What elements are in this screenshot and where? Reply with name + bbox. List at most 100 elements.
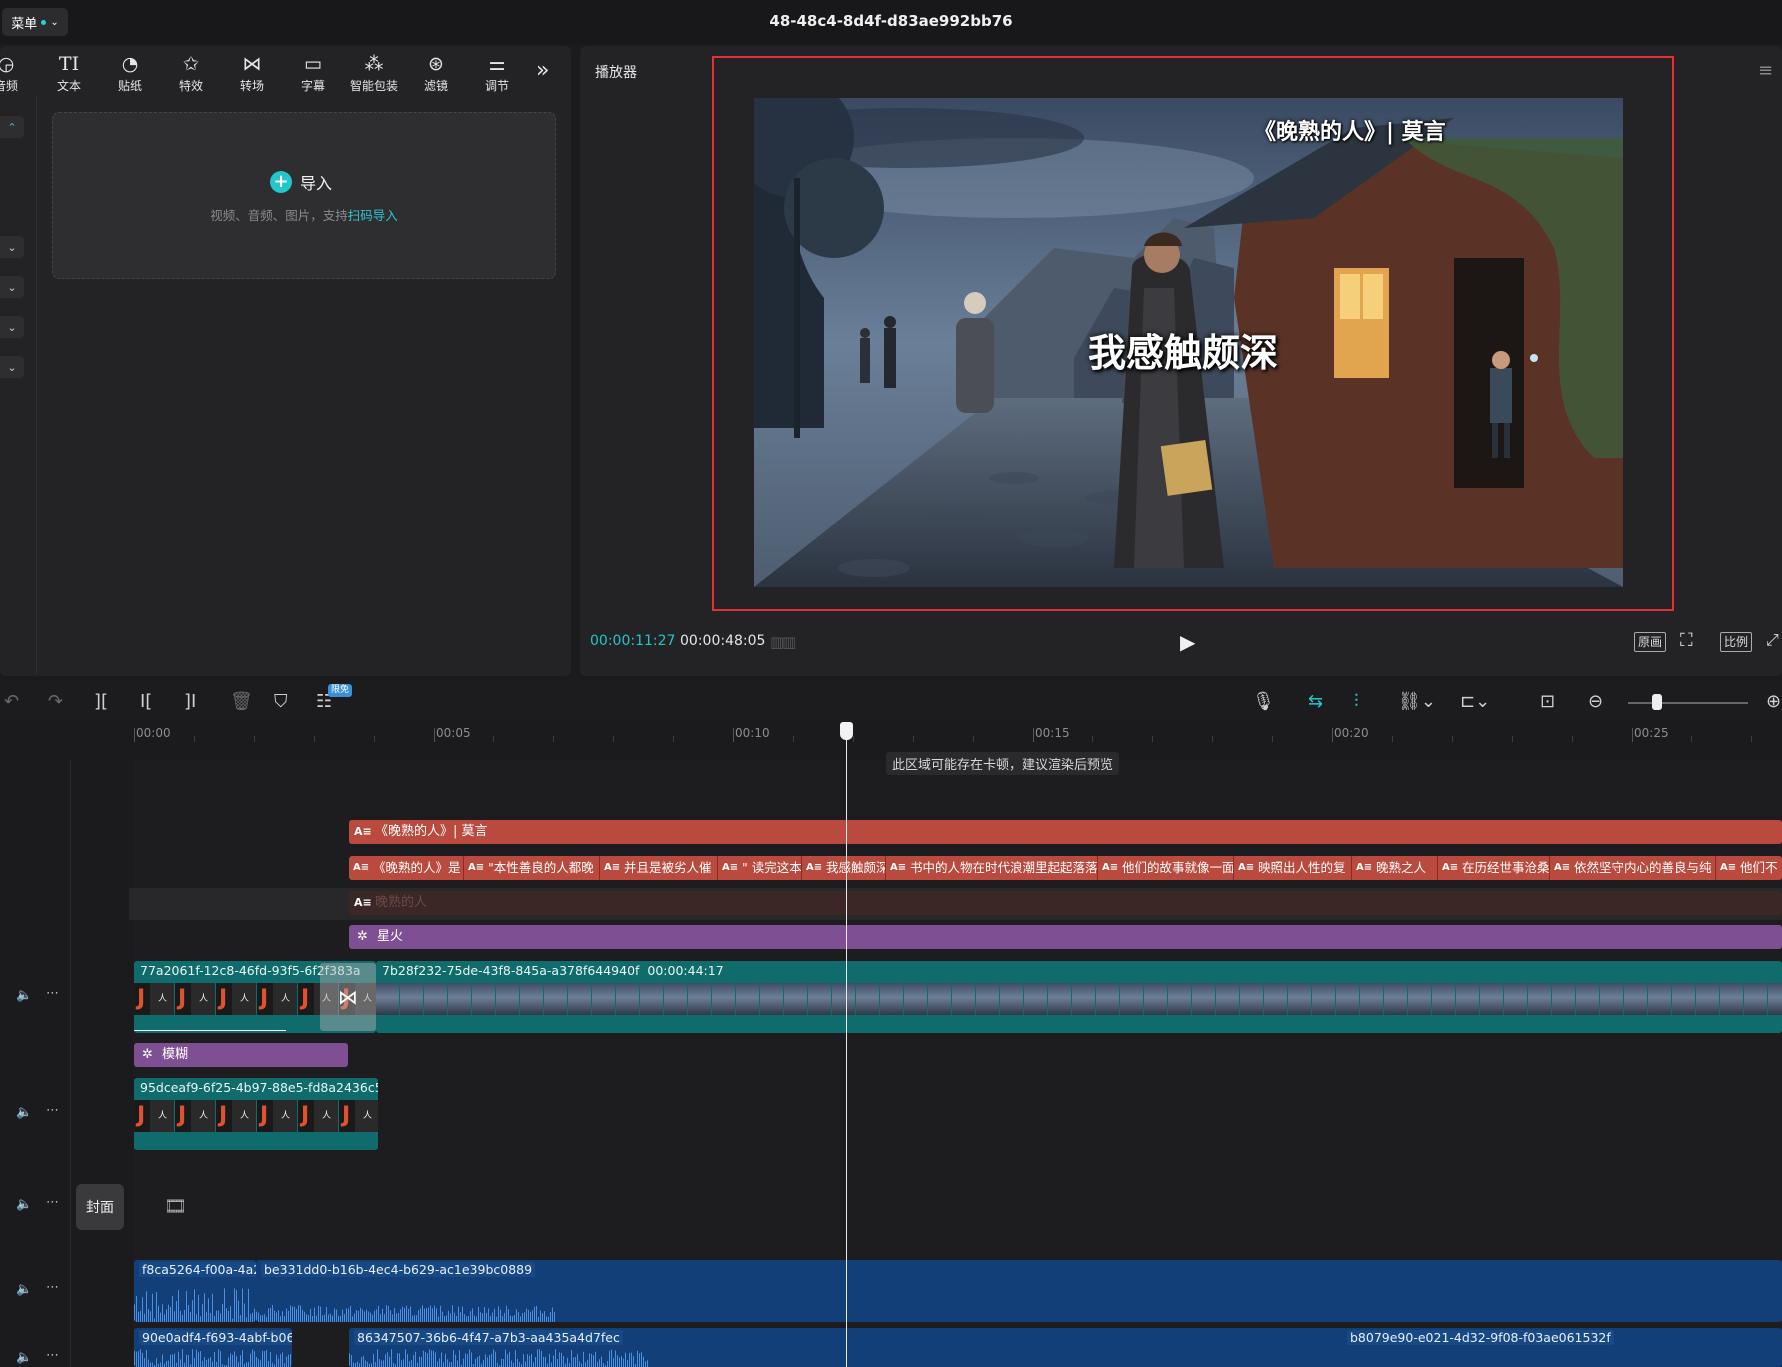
audio-clip[interactable]: f8ca5264-f00a-4a2 bbox=[134, 1260, 256, 1322]
playhead-handle[interactable] bbox=[840, 722, 853, 740]
video-thumbnail bbox=[1144, 983, 1167, 1015]
toolbar-captions[interactable]: ▭ 字幕 bbox=[285, 50, 341, 96]
import-button[interactable]: + 导入 bbox=[270, 170, 332, 194]
timecode-grid-icon[interactable]: ▥▥ bbox=[770, 633, 796, 651]
title-text-clip[interactable]: 《晚熟的人》| 莫言 bbox=[349, 820, 1782, 844]
cover-button[interactable]: 封面 bbox=[76, 1184, 124, 1230]
audio-clip[interactable]: 90e0adf4-f693-4abf-b06 bbox=[134, 1328, 292, 1367]
video-thumbnail bbox=[1288, 983, 1311, 1015]
audio-waveform bbox=[349, 1349, 648, 1367]
subtitle-segment[interactable]: 《晚熟的人》是 bbox=[349, 856, 463, 880]
speaker-icon[interactable]: 🔈 bbox=[16, 1197, 32, 1212]
project-title: 48-48c4-8d4f-d83ae992bb76 bbox=[769, 12, 1013, 30]
toolbar-transition[interactable]: ⋈ 转场 bbox=[224, 50, 280, 96]
main-track-magnet-icon[interactable]: ⇆ bbox=[1308, 690, 1323, 714]
toolbar-audio[interactable]: ◶ 音频 bbox=[0, 50, 34, 96]
subtitle-segment[interactable]: " 读完这本 bbox=[717, 856, 801, 880]
video-clip-main[interactable]: 7b28f232-75de-43f8-845a-a378f644940f 00:… bbox=[376, 961, 1782, 1033]
video-thumbnail bbox=[568, 983, 591, 1015]
waveform-bar bbox=[336, 1309, 337, 1322]
more-icon[interactable]: ⋯ bbox=[46, 1348, 59, 1363]
waveform-bar bbox=[204, 1357, 205, 1367]
toolbar-text[interactable]: TI 文本 bbox=[41, 50, 97, 96]
waveform-bar bbox=[516, 1309, 517, 1322]
aspect-ratio-button[interactable]: 比例 bbox=[1720, 632, 1753, 652]
auto-snap-icon[interactable]: ⫶ bbox=[1354, 690, 1359, 714]
zoom-slider[interactable] bbox=[1628, 702, 1748, 704]
time-ruler[interactable] bbox=[134, 722, 1782, 748]
waveform-bar bbox=[158, 1305, 159, 1322]
toolbar-filter[interactable]: ⊛ 滤镜 bbox=[408, 50, 464, 96]
screenshot-frame-icon[interactable]: ⛶ bbox=[1680, 630, 1693, 651]
trim-left-icon[interactable]: I[ bbox=[140, 690, 152, 714]
video-thumbnail bbox=[1744, 983, 1767, 1015]
dim-text-clip[interactable]: 晚熟的人 bbox=[349, 891, 1782, 915]
toolbar-sticker[interactable]: ◔ 贴纸 bbox=[102, 50, 158, 96]
double-chevron-right-icon[interactable]: » bbox=[536, 58, 549, 83]
subtitle-segment[interactable]: 他们不 bbox=[1715, 856, 1782, 880]
fit-timeline-icon[interactable]: ⊡ bbox=[1540, 690, 1555, 714]
more-icon[interactable]: ⋯ bbox=[46, 1103, 59, 1118]
waveform-bar bbox=[443, 1362, 444, 1367]
waveform-bar bbox=[156, 1292, 157, 1322]
more-icon[interactable]: ⋯ bbox=[46, 1195, 59, 1210]
fullscreen-icon[interactable]: ⤢ bbox=[1766, 630, 1779, 650]
transition-icon[interactable]: ⋈ bbox=[320, 963, 376, 1031]
speaker-icon[interactable]: 🔈 bbox=[16, 1105, 32, 1120]
subtitle-segment[interactable]: 他们的故事就像一面 bbox=[1097, 856, 1233, 880]
import-dropzone[interactable] bbox=[52, 112, 556, 279]
preview-axis-icon[interactable]: ⊏⌄ bbox=[1460, 690, 1490, 714]
audio-clip[interactable]: 86347507-36b6-4f47-a7b3-aa435a4d7fec b80… bbox=[349, 1328, 1782, 1367]
speaker-icon[interactable]: 🔈 bbox=[16, 1282, 32, 1297]
microphone-icon[interactable]: 🎙 bbox=[1252, 690, 1275, 714]
subtitle-segment[interactable]: 我感触颇深 bbox=[801, 856, 885, 880]
subtitle-track-clip[interactable]: 《晚熟的人》是 "本性善良的人都晚 并且是被劣人催 " 读完这本 我感触颇深 书… bbox=[349, 856, 1782, 880]
audio-clip[interactable]: be331dd0-b16b-4ec4-b629-ac1e39bc0889 bbox=[256, 1260, 1782, 1322]
original-quality-button[interactable]: 原画 bbox=[1634, 632, 1667, 652]
zoom-in-icon[interactable]: ⊕ bbox=[1766, 690, 1781, 714]
waveform-bar bbox=[530, 1311, 531, 1322]
scan-import-link[interactable]: 扫码导入 bbox=[348, 208, 398, 223]
split-icon[interactable]: ][ bbox=[94, 690, 108, 714]
zoom-out-icon[interactable]: ⊖ bbox=[1588, 690, 1603, 714]
hamburger-menu-icon[interactable]: ≡ bbox=[1758, 60, 1773, 81]
waveform-bar bbox=[457, 1360, 458, 1367]
audio-waveform bbox=[134, 1288, 255, 1322]
more-icon[interactable]: ⋯ bbox=[46, 1280, 59, 1295]
overlay-video-clip[interactable]: 95dceaf9-6f25-4b97-88e5-fd8a2436c54 J人J人… bbox=[134, 1078, 378, 1150]
trim-right-icon[interactable]: ]I bbox=[184, 690, 196, 714]
redo-icon[interactable]: ↷ bbox=[48, 690, 63, 714]
subtitle-segment[interactable]: "本性善良的人都晚 bbox=[463, 856, 599, 880]
toolbar-adjust[interactable]: ⚌ 调节 bbox=[469, 50, 525, 96]
play-icon[interactable]: ▶ bbox=[1180, 630, 1195, 654]
chevron-down-icon[interactable]: ⌄ bbox=[0, 236, 24, 258]
blur-effect-clip[interactable]: 模糊 bbox=[134, 1043, 348, 1067]
subtitle-segment[interactable]: 映照出人性的复 bbox=[1233, 856, 1351, 880]
speaker-icon[interactable]: 🔈 bbox=[16, 1350, 32, 1365]
chevron-up-icon[interactable]: ⌃ bbox=[0, 116, 24, 138]
chevron-down-icon[interactable]: ⌄ bbox=[0, 356, 24, 378]
total-duration: 00:00:48:05 bbox=[680, 633, 766, 649]
subtitle-segment[interactable]: 在历经世事沧桑 bbox=[1437, 856, 1549, 880]
speaker-icon[interactable]: 🔈 bbox=[16, 988, 32, 1003]
chevron-down-icon[interactable]: ⌄ bbox=[0, 316, 24, 338]
subtitle-segment[interactable]: 并且是被劣人催 bbox=[599, 856, 717, 880]
subtitle-segment[interactable]: 晚熟之人 bbox=[1351, 856, 1437, 880]
effect-clip-spark[interactable]: 星火 bbox=[349, 925, 1782, 949]
waveform-bar bbox=[314, 1307, 315, 1322]
waveform-bar bbox=[148, 1309, 149, 1322]
marker-icon[interactable]: ⛉ bbox=[274, 690, 288, 714]
more-icon[interactable]: ⋯ bbox=[46, 986, 59, 1001]
zoom-slider-handle[interactable] bbox=[1652, 694, 1662, 710]
chevron-down-icon[interactable]: ⌄ bbox=[0, 276, 24, 298]
subtitle-segment[interactable]: 书中的人物在时代浪潮里起起落落 bbox=[885, 856, 1097, 880]
playhead-line[interactable] bbox=[846, 728, 847, 1367]
waveform-bar bbox=[242, 1288, 243, 1322]
toolbar-smart-pack[interactable]: ⁂ 智能包装 bbox=[346, 50, 402, 96]
toolbar-effects[interactable]: ✩ 特效 bbox=[163, 50, 219, 96]
delete-icon[interactable]: 🗑 bbox=[230, 690, 253, 714]
video-clip-name: 95dceaf9-6f25-4b97-88e5-fd8a2436c54 bbox=[140, 1080, 378, 1095]
link-icon[interactable]: ⛓⌄ bbox=[1398, 690, 1436, 714]
undo-icon[interactable]: ↶ bbox=[4, 690, 19, 714]
subtitle-segment[interactable]: 依然坚守内心的善良与纯 bbox=[1549, 856, 1715, 880]
